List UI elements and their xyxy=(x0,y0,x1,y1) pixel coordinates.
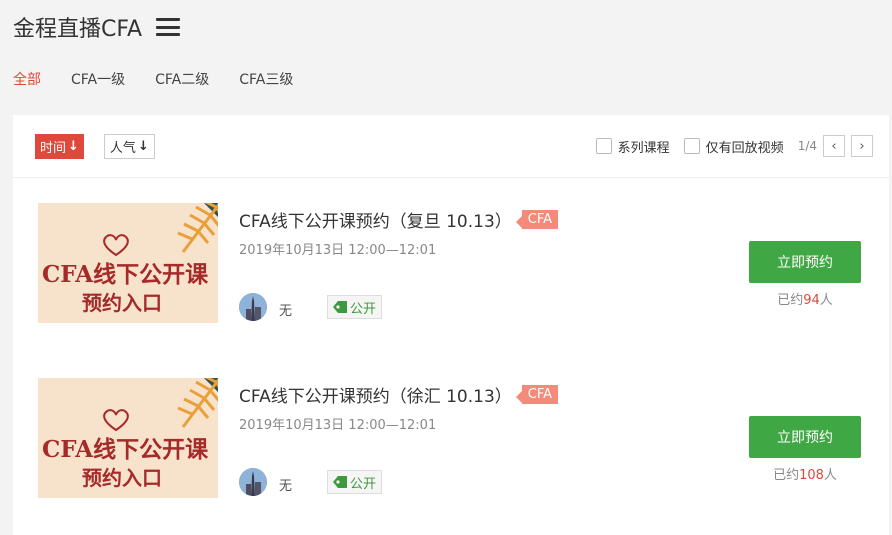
visibility-label: 公开 xyxy=(350,301,377,317)
teacher-name: 无 xyxy=(279,304,293,319)
course-title-text[interactable]: CFA线下公开课预约（徐汇 10.13） xyxy=(239,382,512,407)
building-icon xyxy=(239,293,267,321)
chevron-right-icon: › xyxy=(859,138,865,154)
hamburger-menu-icon[interactable] xyxy=(156,18,181,36)
course-item: CFA线下公开课 预约入口 CFA线下公开课预约（复旦 10.13） CFA 2… xyxy=(38,203,878,323)
avatar xyxy=(239,293,267,321)
course-title-text[interactable]: CFA线下公开课预约（复旦 10.13） xyxy=(239,207,512,232)
tab-cfa-level-1[interactable]: CFA一级 xyxy=(71,69,125,89)
reserve-button[interactable]: 立即预约 xyxy=(749,416,861,458)
prev-page-button[interactable]: ‹ xyxy=(823,135,845,157)
tab-all[interactable]: 全部 xyxy=(13,69,41,89)
heart-icon xyxy=(103,409,129,432)
booked-prefix: 已约 xyxy=(777,293,804,308)
heart-icon xyxy=(103,234,129,257)
tag-icon xyxy=(333,476,347,488)
booked-prefix: 已约 xyxy=(773,468,800,483)
site-title: 金程直播CFA xyxy=(13,17,143,42)
replay-only-label: 仅有回放视频 xyxy=(705,140,784,156)
next-page-button[interactable]: › xyxy=(851,135,873,157)
course-title[interactable]: CFA线下公开课预约（徐汇 10.13） CFA xyxy=(239,382,559,407)
checkbox-icon[interactable] xyxy=(683,138,700,154)
checkbox-icon[interactable] xyxy=(595,138,612,154)
palm-leaf-icon xyxy=(177,378,218,428)
course-item: CFA线下公开课 预约入口 CFA线下公开课预约（徐汇 10.13） CFA 2… xyxy=(38,378,878,498)
thumb-line1: CFA线下公开课 xyxy=(42,436,209,463)
visibility-badge: 公开 xyxy=(327,470,383,494)
booked-count: 已约108人 xyxy=(749,464,861,483)
avatar xyxy=(239,468,267,496)
series-course-label: 系列课程 xyxy=(617,140,670,156)
tag-icon xyxy=(333,301,347,313)
course-thumbnail[interactable]: CFA线下公开课 预约入口 xyxy=(38,378,218,498)
course-thumbnail[interactable]: CFA线下公开课 预约入口 xyxy=(38,203,218,323)
visibility-label: 公开 xyxy=(350,476,377,492)
arrow-down-icon: ↓ xyxy=(68,138,79,154)
filter-controls: 系列课程 仅有回放视频 1/4 ‹ › xyxy=(582,115,873,177)
thumb-line2: 预约入口 xyxy=(82,466,162,490)
teacher-name: 无 xyxy=(279,479,293,494)
course-time: 2019年10月13日 12:00—12:01 xyxy=(239,418,437,433)
booked-suffix: 人 xyxy=(823,468,837,483)
course-time: 2019年10月13日 12:00—12:01 xyxy=(239,243,437,258)
sort-popular-label: 人气 xyxy=(109,140,136,156)
course-list-panel: 时间 ↓ 人气 ↓ 系列课程 仅有回放视频 1/4 ‹ › CFA线下公开课 预… xyxy=(13,115,889,535)
booked-number: 94 xyxy=(803,293,820,308)
cfa-tag: CFA xyxy=(515,210,559,229)
booked-number: 108 xyxy=(799,468,824,483)
tab-cfa-level-3[interactable]: CFA三级 xyxy=(239,69,293,89)
course-title[interactable]: CFA线下公开课预约（复旦 10.13） CFA xyxy=(239,207,559,232)
visibility-badge: 公开 xyxy=(327,295,383,319)
replay-only-checkbox[interactable]: 仅有回放视频 xyxy=(683,137,784,156)
arrow-down-icon: ↓ xyxy=(137,138,149,154)
chevron-left-icon: ‹ xyxy=(831,138,837,154)
category-tabs: 全部 CFA一级 CFA二级 CFA三级 xyxy=(0,54,892,104)
booked-count: 已约94人 xyxy=(749,289,861,308)
site-header: 金程直播CFA xyxy=(0,0,892,54)
building-icon xyxy=(239,468,267,496)
thumb-line2: 预约入口 xyxy=(82,291,162,315)
cfa-tag: CFA xyxy=(515,385,559,404)
series-course-checkbox[interactable]: 系列课程 xyxy=(595,137,670,156)
palm-leaf-icon xyxy=(177,203,218,253)
thumb-line1: CFA线下公开课 xyxy=(42,261,209,288)
reserve-button[interactable]: 立即预约 xyxy=(749,241,861,283)
sort-toolbar: 时间 ↓ 人气 ↓ 系列课程 仅有回放视频 1/4 ‹ › xyxy=(13,115,889,178)
sort-by-popularity-button[interactable]: 人气 ↓ xyxy=(103,133,155,159)
sort-time-label: 时间 xyxy=(40,140,67,156)
booked-suffix: 人 xyxy=(819,293,833,308)
sort-by-time-button[interactable]: 时间 ↓ xyxy=(35,133,84,159)
tab-cfa-level-2[interactable]: CFA二级 xyxy=(155,69,209,89)
page-indicator: 1/4 xyxy=(797,139,817,153)
